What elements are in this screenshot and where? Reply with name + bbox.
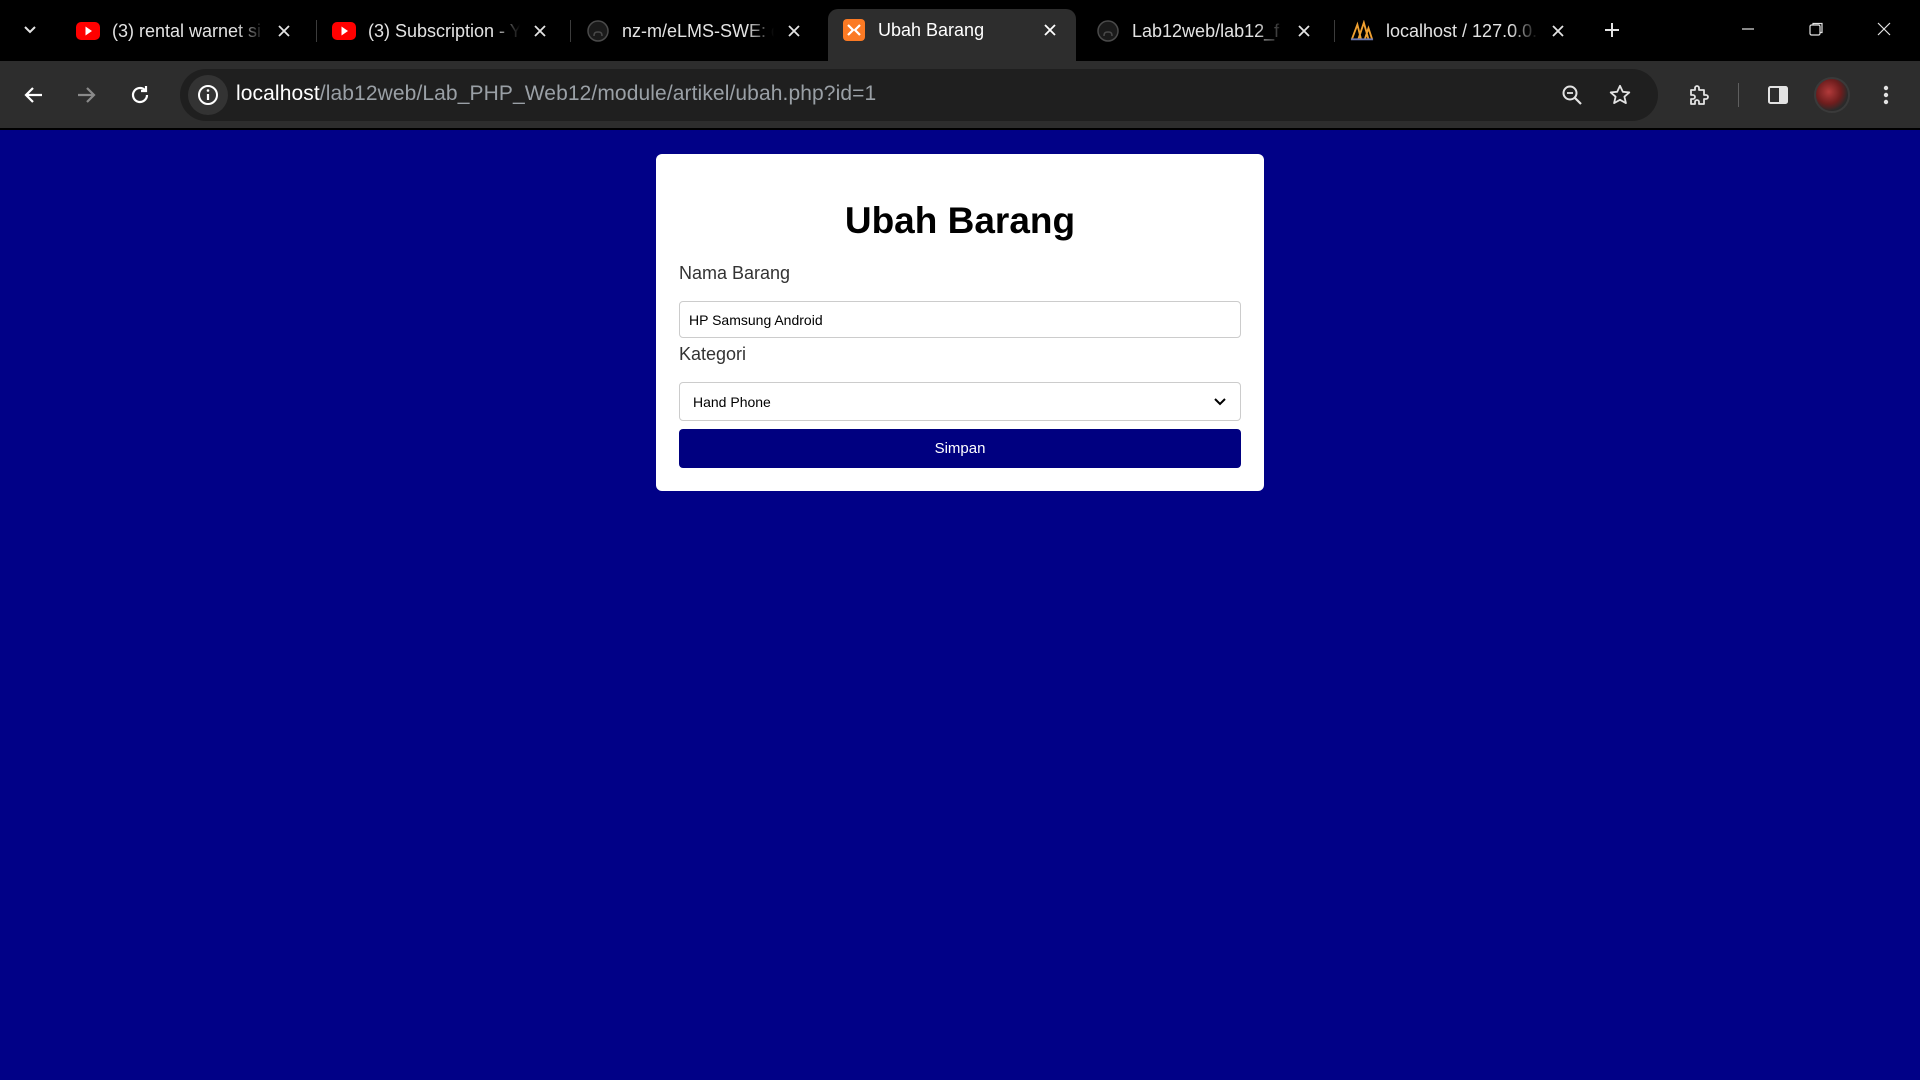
chevron-down-icon xyxy=(24,26,36,34)
close-icon[interactable] xyxy=(1038,18,1062,42)
close-icon[interactable] xyxy=(1292,19,1316,43)
puzzle-icon xyxy=(1690,85,1709,105)
extensions-button[interactable] xyxy=(1677,73,1721,117)
tab-title: (3) Subscription - Y xyxy=(368,20,520,41)
chevron-down-icon xyxy=(1214,398,1226,406)
browser-toolbar: localhost/lab12web/Lab_PHP_Web12/module/… xyxy=(0,61,1920,128)
minimize-button[interactable] xyxy=(1714,0,1782,58)
tab-divider xyxy=(570,20,571,42)
tab-divider xyxy=(316,20,317,42)
tab-search-button[interactable] xyxy=(14,13,46,45)
close-window-button[interactable] xyxy=(1850,0,1918,58)
xampp-icon xyxy=(842,18,866,42)
forward-button[interactable] xyxy=(64,73,108,117)
tab-divider xyxy=(1334,20,1335,42)
arrow-right-icon xyxy=(78,87,96,103)
reload-icon xyxy=(131,86,149,104)
back-button[interactable] xyxy=(12,73,56,117)
tab-ubah-barang[interactable]: Ubah Barang xyxy=(828,9,1076,61)
tab-youtube-rental[interactable]: (3) rental warnet si xyxy=(62,10,310,52)
tab-title: Lab12web/lab12_f xyxy=(1132,20,1280,41)
side-panel-icon xyxy=(1768,86,1788,104)
more-vert-icon xyxy=(1883,85,1889,105)
zoom-icon[interactable] xyxy=(1552,75,1592,115)
kategori-label: Kategori xyxy=(679,344,747,364)
avatar[interactable] xyxy=(1814,77,1850,113)
tab-title: localhost / 127.0.0. xyxy=(1386,20,1538,41)
toolbar-divider xyxy=(1738,83,1739,107)
tab-github-elms[interactable]: nz-m/eLMS-SWE: d xyxy=(572,10,820,52)
kategori-select[interactable]: Hand Phone xyxy=(679,382,1241,421)
url-path: /lab12web/Lab_PHP_Web12/module/artikel/u… xyxy=(319,82,877,105)
close-icon[interactable] xyxy=(528,19,552,43)
tab-github-lab12[interactable]: Lab12web/lab12_f xyxy=(1082,10,1330,52)
page-title: Ubah Barang xyxy=(844,200,1076,241)
tab-title: Ubah Barang xyxy=(878,19,985,40)
github-icon xyxy=(586,19,610,43)
tab-title: nz-m/eLMS-SWE: d xyxy=(622,20,774,41)
restore-button[interactable] xyxy=(1782,0,1850,58)
url-host: localhost xyxy=(236,82,320,105)
bookmark-star-icon[interactable] xyxy=(1600,75,1640,115)
arrow-left-icon xyxy=(24,87,42,103)
url-text[interactable]: localhost/lab12web/Lab_PHP_Web12/module/… xyxy=(236,82,876,106)
restore-icon xyxy=(1809,22,1823,36)
tab-phpmyadmin[interactable]: localhost / 127.0.0. xyxy=(1336,10,1584,52)
nama-barang-input[interactable]: HP Samsung Android xyxy=(679,301,1241,338)
tab-youtube-subscription[interactable]: (3) Subscription - Y xyxy=(318,10,566,52)
simpan-button[interactable]: Simpan xyxy=(679,429,1241,468)
nama-barang-label: Nama Barang xyxy=(679,263,791,283)
close-icon[interactable] xyxy=(782,19,806,43)
tab-title: (3) rental warnet si xyxy=(112,20,262,41)
minimize-icon xyxy=(1742,28,1754,30)
tab-strip: (3) rental warnet si (3) Subscription - … xyxy=(0,0,1920,61)
menu-button[interactable] xyxy=(1864,73,1908,117)
close-icon xyxy=(1877,22,1891,36)
form-card: Ubah Barang Nama Barang HP Samsung Andro… xyxy=(656,154,1264,491)
side-panel-button[interactable] xyxy=(1756,73,1800,117)
phpmyadmin-icon xyxy=(1350,19,1374,43)
page-viewport: Ubah Barang Nama Barang HP Samsung Andro… xyxy=(0,130,1920,1080)
youtube-icon xyxy=(332,19,356,43)
youtube-icon xyxy=(76,19,100,43)
reload-button[interactable] xyxy=(118,73,162,117)
close-icon[interactable] xyxy=(272,19,296,43)
plus-icon xyxy=(1605,23,1619,37)
kategori-selected-value: Hand Phone xyxy=(693,393,771,410)
github-icon xyxy=(1096,19,1120,43)
address-bar[interactable]: localhost/lab12web/Lab_PHP_Web12/module/… xyxy=(180,69,1658,121)
close-icon[interactable] xyxy=(1546,19,1570,43)
info-icon[interactable] xyxy=(188,75,228,115)
new-tab-button[interactable] xyxy=(1596,14,1628,46)
